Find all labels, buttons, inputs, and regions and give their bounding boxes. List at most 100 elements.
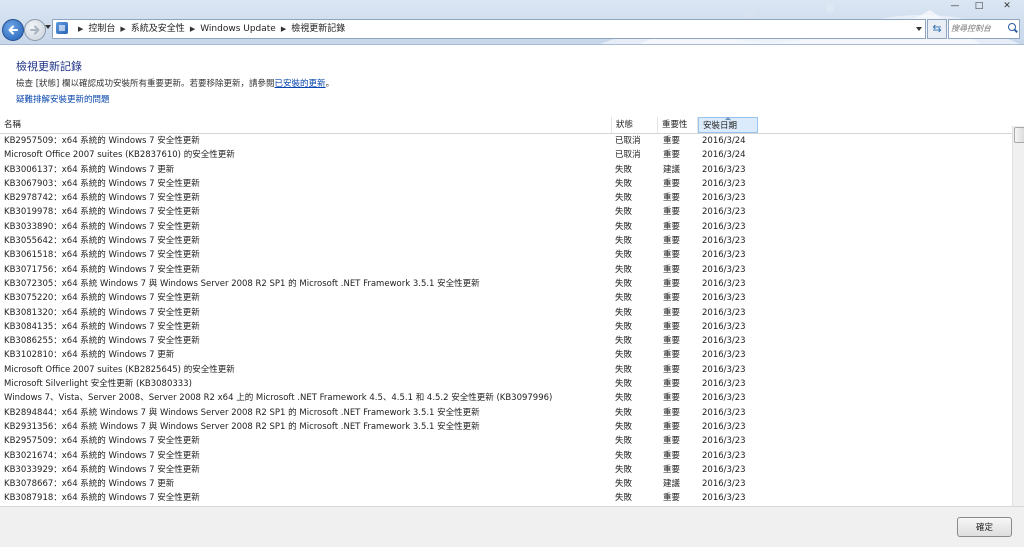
update-date: 2016/3/23 bbox=[702, 336, 746, 347]
table-row[interactable]: KB3019978：x64 系統的 Windows 7 安全性更新 失敗 重要 201… bbox=[0, 205, 1012, 219]
table-row[interactable]: KB3067903：x64 系統的 Windows 7 安全性更新 失敗 重要 201… bbox=[0, 177, 1012, 191]
update-name: KB3067903：x64 系統的 Windows 7 安全性更新 bbox=[4, 178, 200, 189]
column-header-name[interactable]: 名稱 bbox=[0, 117, 612, 133]
table-row[interactable]: KB3102810：x64 系統的 Windows 7 更新 失敗 重要 2016/3… bbox=[0, 348, 1012, 362]
chevron-right-icon[interactable]: ▶ bbox=[281, 20, 286, 38]
table-row[interactable]: Microsoft Office 2007 suites (KB2837610)… bbox=[0, 148, 1012, 162]
table-row[interactable]: KB3055642：x64 系統的 Windows 7 安全性更新 失敗 重要 201… bbox=[0, 234, 1012, 248]
table-row[interactable]: KB3021674：x64 系統的 Windows 7 安全性更新 失敗 重要 201… bbox=[0, 449, 1012, 463]
table-row[interactable]: KB3033890：x64 系統的 Windows 7 安全性更新 失敗 重要 201… bbox=[0, 220, 1012, 234]
update-name: Microsoft Office 2007 suites (KB2837610)… bbox=[4, 150, 235, 161]
installed-updates-link[interactable]: 已安裝的更新 bbox=[275, 79, 326, 89]
table-row[interactable]: KB2894844：x64 系統 Windows 7 與 Windows Ser… bbox=[0, 406, 1012, 420]
update-importance: 重要 bbox=[663, 350, 681, 361]
chevron-right-icon[interactable]: ▶ bbox=[190, 20, 195, 38]
address-bar[interactable]: ▶ 控制台 ▶ 系統及安全性 ▶ Windows Update ▶ 檢視更新記錄 bbox=[52, 19, 926, 39]
update-date: 2016/3/23 bbox=[702, 364, 746, 375]
column-header-importance[interactable]: 重要性 bbox=[658, 117, 698, 133]
close-button[interactable]: ✕ bbox=[992, 0, 1022, 14]
update-status: 失敗 bbox=[615, 278, 633, 289]
table-row[interactable]: KB3081320：x64 系統的 Windows 7 安全性更新 失敗 重要 201… bbox=[0, 306, 1012, 320]
table-row[interactable]: KB2978742：x64 系統的 Windows 7 安全性更新 失敗 重要 201… bbox=[0, 191, 1012, 205]
update-date: 2016/3/23 bbox=[702, 293, 746, 304]
refresh-button[interactable]: ⇆ bbox=[927, 19, 947, 39]
update-date: 2016/3/24 bbox=[702, 136, 746, 146]
table-row[interactable]: KB3075220：x64 系統的 Windows 7 安全性更新 失敗 重要 201… bbox=[0, 291, 1012, 305]
page-description: 檢查 [狀態] 欄以確認成功安裝所有重要更新。若要移除更新，請參閱已安裝的更新。 bbox=[16, 77, 334, 89]
breadcrumb-item-control-panel[interactable]: 控制台 bbox=[88, 20, 115, 38]
table-row[interactable]: KB2931356：x64 系統 Windows 7 與 Windows Ser… bbox=[0, 420, 1012, 434]
update-status: 失敗 bbox=[615, 207, 633, 218]
update-name: KB3055642：x64 系統的 Windows 7 安全性更新 bbox=[4, 236, 200, 247]
back-button[interactable] bbox=[2, 19, 24, 41]
update-status: 已取消 bbox=[615, 136, 641, 146]
table-row[interactable]: Microsoft Office 2007 suites (KB2825645)… bbox=[0, 363, 1012, 377]
update-status: 失敗 bbox=[615, 393, 633, 404]
update-date: 2016/3/23 bbox=[702, 221, 746, 232]
update-name: KB3078667：x64 系統的 Windows 7 更新 bbox=[4, 479, 175, 490]
update-importance: 重要 bbox=[663, 407, 681, 418]
update-status: 失敗 bbox=[615, 336, 633, 347]
update-status: 失敗 bbox=[615, 407, 633, 418]
table-row[interactable]: KB3072305：x64 系統 Windows 7 與 Windows Ser… bbox=[0, 277, 1012, 291]
breadcrumb-item-windows-update[interactable]: Windows Update bbox=[200, 20, 276, 38]
update-status: 失敗 bbox=[615, 293, 633, 304]
breadcrumb-item-system-security[interactable]: 系統及安全性 bbox=[131, 20, 185, 38]
table-row[interactable]: KB3078667：x64 系統的 Windows 7 更新 失敗 建議 2016/3… bbox=[0, 477, 1012, 491]
update-status: 已取消 bbox=[615, 150, 641, 161]
table-row[interactable]: KB2957509：x64 系統的 Windows 7 安全性更新 已取消 重要 20… bbox=[0, 134, 1012, 148]
update-status: 失敗 bbox=[615, 264, 633, 275]
update-name: Microsoft Silverlight 安全性更新 (KB3080333) bbox=[4, 379, 192, 390]
scrollbar-thumb[interactable] bbox=[1014, 127, 1024, 143]
update-date: 2016/3/23 bbox=[702, 164, 746, 175]
column-header-date[interactable]: 安裝日期 bbox=[698, 117, 758, 133]
forward-button[interactable] bbox=[24, 19, 46, 41]
table-row[interactable]: Microsoft Silverlight 安全性更新 (KB3080333) 失… bbox=[0, 377, 1012, 391]
update-importance: 重要 bbox=[663, 293, 681, 304]
update-importance: 重要 bbox=[663, 207, 681, 218]
table-row[interactable]: KB3084135：x64 系統的 Windows 7 安全性更新 失敗 重要 201… bbox=[0, 320, 1012, 334]
table-row[interactable]: KB3033929：x64 系統的 Windows 7 安全性更新 失敗 重要 201… bbox=[0, 463, 1012, 477]
table-row[interactable]: KB3006137：x64 系統的 Windows 7 更新 失敗 建議 2016/3… bbox=[0, 163, 1012, 177]
vertical-scrollbar[interactable] bbox=[1012, 126, 1024, 506]
search-input[interactable] bbox=[951, 21, 1003, 35]
update-name: KB2978742：x64 系統的 Windows 7 安全性更新 bbox=[4, 193, 200, 204]
breadcrumb-item-view-history[interactable]: 檢視更新記錄 bbox=[291, 20, 345, 38]
update-name: KB2957509：x64 系統的 Windows 7 安全性更新 bbox=[4, 136, 200, 146]
troubleshoot-link[interactable]: 疑難排解安裝更新的問題 bbox=[16, 93, 110, 105]
update-importance: 重要 bbox=[663, 436, 681, 447]
address-dropdown-icon[interactable] bbox=[916, 27, 922, 31]
table-row[interactable]: KB3061518：x64 系統的 Windows 7 安全性更新 失敗 重要 201… bbox=[0, 248, 1012, 262]
update-importance: 重要 bbox=[663, 150, 681, 161]
description-text: 檢查 [狀態] 欄以確認成功安裝所有重要更新。若要移除更新，請參閱 bbox=[16, 79, 275, 89]
ok-button[interactable]: 確定 bbox=[957, 517, 1012, 537]
search-icon[interactable] bbox=[1008, 23, 1016, 31]
table-row[interactable]: Windows 7、Vista、Server 2008、Server 2008 … bbox=[0, 391, 1012, 405]
update-importance: 重要 bbox=[663, 278, 681, 289]
update-name: KB3071756：x64 系統的 Windows 7 安全性更新 bbox=[4, 264, 200, 275]
update-status: 失敗 bbox=[615, 493, 633, 504]
column-header-status[interactable]: 狀態 bbox=[612, 117, 658, 133]
chevron-right-icon[interactable]: ▶ bbox=[120, 20, 125, 38]
search-box[interactable] bbox=[948, 19, 1020, 39]
arrow-left-icon bbox=[8, 25, 18, 35]
refresh-icon: ⇆ bbox=[932, 22, 942, 35]
update-importance: 重要 bbox=[663, 250, 681, 261]
update-importance: 重要 bbox=[663, 336, 681, 347]
update-date: 2016/3/23 bbox=[702, 479, 746, 490]
update-name: KB3102810：x64 系統的 Windows 7 更新 bbox=[4, 350, 175, 361]
update-date: 2016/3/23 bbox=[702, 250, 746, 261]
table-row[interactable]: KB3087918：x64 系統的 Windows 7 安全性更新 失敗 重要 201… bbox=[0, 491, 1012, 505]
update-date: 2016/3/23 bbox=[702, 436, 746, 447]
table-row[interactable]: KB3071756：x64 系統的 Windows 7 安全性更新 失敗 重要 201… bbox=[0, 263, 1012, 277]
update-status: 失敗 bbox=[615, 250, 633, 261]
update-date: 2016/3/23 bbox=[702, 450, 746, 461]
table-row[interactable]: KB2957509：x64 系統的 Windows 7 安全性更新 失敗 重要 201… bbox=[0, 434, 1012, 448]
update-date: 2016/3/23 bbox=[702, 350, 746, 361]
minimize-button[interactable]: — bbox=[942, 0, 968, 14]
table-row[interactable]: KB3086255：x64 系統的 Windows 7 安全性更新 失敗 重要 201… bbox=[0, 334, 1012, 348]
maximize-button[interactable]: □ bbox=[966, 0, 992, 14]
update-status: 失敗 bbox=[615, 450, 633, 461]
description-end: 。 bbox=[325, 79, 335, 89]
recent-pages-dropdown[interactable] bbox=[45, 25, 51, 29]
